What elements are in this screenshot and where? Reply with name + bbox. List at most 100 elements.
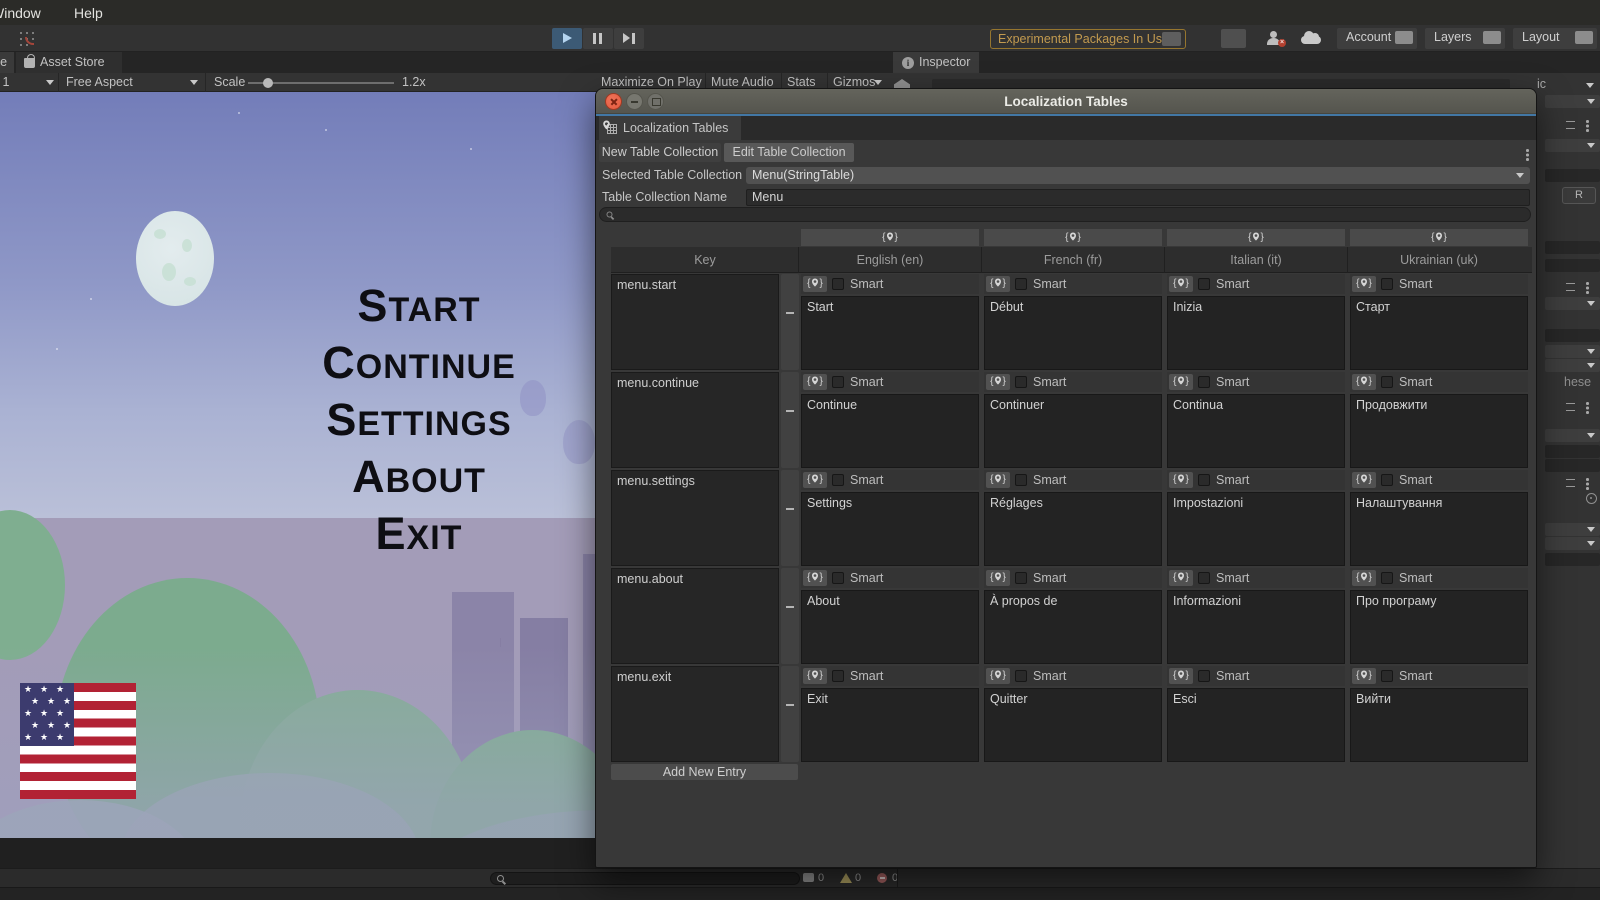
step-button[interactable] [614, 28, 644, 49]
tab-localization-tables[interactable]: Localization Tables [599, 116, 741, 140]
metadata-icon-button[interactable]: {} [1352, 276, 1376, 292]
smart-checkbox[interactable] [1198, 278, 1210, 290]
metadata-icon-button[interactable]: {} [986, 668, 1010, 684]
target-icon[interactable] [1586, 493, 1597, 504]
translation-value-field[interactable]: Налаштування [1350, 492, 1528, 566]
smart-checkbox[interactable] [832, 670, 844, 682]
translation-value-field[interactable]: Quitter [984, 688, 1162, 762]
remove-entry-button[interactable] [781, 372, 799, 468]
window-menu-icon[interactable] [1526, 149, 1529, 152]
inspector-dropdown[interactable] [1545, 345, 1600, 358]
kebab-menu-icon[interactable] [1586, 282, 1589, 285]
inspector-dropdown[interactable] [1545, 429, 1600, 442]
metadata-icon-button[interactable]: {} [986, 570, 1010, 586]
table-search-field[interactable] [599, 207, 1531, 222]
metadata-icon-button[interactable]: {} [1352, 374, 1376, 390]
play-button[interactable] [552, 28, 582, 49]
smart-checkbox[interactable] [1198, 670, 1210, 682]
metadata-icon-button[interactable]: {} [803, 374, 827, 390]
smart-checkbox[interactable] [832, 572, 844, 584]
smart-checkbox[interactable] [1015, 474, 1027, 486]
remove-entry-button[interactable] [781, 666, 799, 762]
translation-value-field[interactable]: À propos de [984, 590, 1162, 664]
preset-and-menu-icons[interactable] [1566, 119, 1596, 131]
metadata-icon-button[interactable]: {} [1169, 472, 1193, 488]
smart-checkbox[interactable] [1015, 572, 1027, 584]
smart-checkbox[interactable] [1015, 670, 1027, 682]
aspect-dropdown[interactable]: Free Aspect [66, 73, 133, 92]
preset-icon[interactable] [1566, 479, 1575, 487]
smart-checkbox[interactable] [1015, 278, 1027, 290]
r-button[interactable]: R [1562, 187, 1596, 204]
account-dropdown[interactable]: Account [1337, 28, 1417, 49]
metadata-icon-button[interactable]: {} [803, 276, 827, 292]
inspector-field[interactable] [1545, 445, 1600, 458]
inspector-dropdown[interactable] [1545, 537, 1600, 550]
remove-entry-button[interactable] [781, 470, 799, 566]
metadata-icon-button[interactable]: {} [986, 472, 1010, 488]
metadata-icon-button[interactable]: {} [1169, 668, 1193, 684]
column-smart-icon[interactable]: {} [1167, 229, 1345, 246]
preset-and-menu-icons[interactable] [1566, 477, 1596, 489]
tab-inspector[interactable]: i Inspector [893, 52, 979, 73]
column-smart-icon[interactable]: {} [801, 229, 979, 246]
translation-value-field[interactable]: Continua [1167, 394, 1345, 468]
metadata-icon-button[interactable]: {} [1169, 374, 1193, 390]
smart-checkbox[interactable] [832, 474, 844, 486]
menu-item-window[interactable]: Window [0, 0, 62, 25]
key-cell[interactable]: menu.continue [611, 372, 779, 468]
key-cell[interactable]: menu.start [611, 274, 779, 370]
smart-checkbox[interactable] [1198, 572, 1210, 584]
metadata-icon-button[interactable]: {} [803, 472, 827, 488]
translation-value-field[interactable]: Exit [801, 688, 979, 762]
pause-button[interactable] [583, 28, 613, 49]
key-cell[interactable]: menu.exit [611, 666, 779, 762]
metadata-icon-button[interactable]: {} [1169, 276, 1193, 292]
translation-value-field[interactable]: Continue [801, 394, 979, 468]
smart-checkbox[interactable] [1198, 474, 1210, 486]
inspector-dropdown[interactable] [1545, 95, 1600, 108]
add-new-entry-button[interactable]: Add New Entry [611, 764, 798, 780]
translation-value-field[interactable]: Старт [1350, 296, 1528, 370]
metadata-icon-button[interactable]: {} [986, 374, 1010, 390]
smart-checkbox[interactable] [1381, 670, 1393, 682]
inspector-field[interactable] [1545, 241, 1600, 254]
inspector-name-field[interactable] [932, 79, 1510, 88]
remove-entry-button[interactable] [781, 274, 799, 370]
smart-checkbox[interactable] [1381, 474, 1393, 486]
translation-value-field[interactable]: Réglages [984, 492, 1162, 566]
remove-entry-button[interactable] [781, 568, 799, 664]
selected-collection-dropdown[interactable]: Menu(StringTable) [746, 167, 1530, 184]
language-column-header[interactable]: Italian (it) [1167, 247, 1345, 273]
inspector-dropdown[interactable] [1545, 359, 1600, 372]
translation-value-field[interactable]: Esci [1167, 688, 1345, 762]
preset-icon[interactable] [1566, 403, 1575, 411]
metadata-icon-button[interactable]: {} [1352, 472, 1376, 488]
window-titlebar[interactable]: Localization Tables [596, 89, 1536, 114]
inspector-dropdown[interactable] [1545, 523, 1600, 536]
translation-value-field[interactable]: Informazioni [1167, 590, 1345, 664]
language-column-header[interactable]: English (en) [801, 247, 979, 273]
metadata-icon-button[interactable]: {} [1352, 668, 1376, 684]
translation-value-field[interactable]: About [801, 590, 979, 664]
preset-and-menu-icons[interactable] [1566, 401, 1596, 413]
minimize-button[interactable] [626, 93, 643, 110]
toolbar-box[interactable] [1221, 29, 1246, 48]
translation-value-field[interactable]: Inizia [1167, 296, 1345, 370]
translation-value-field[interactable]: Вийти [1350, 688, 1528, 762]
translation-value-field[interactable]: Продовжити [1350, 394, 1528, 468]
experimental-packages-badge[interactable]: Experimental Packages In Use [990, 29, 1186, 49]
smart-checkbox[interactable] [1381, 572, 1393, 584]
language-column-header[interactable]: Ukrainian (uk) [1350, 247, 1528, 273]
inspector-field[interactable] [1545, 259, 1600, 272]
key-column-header[interactable]: Key [611, 247, 799, 273]
preset-icon[interactable] [1566, 121, 1575, 129]
layout-dropdown[interactable]: Layout [1513, 28, 1597, 49]
kebab-menu-icon[interactable] [1586, 402, 1589, 405]
status-search-field[interactable] [490, 872, 800, 885]
scale-slider-knob[interactable] [263, 78, 273, 88]
smart-checkbox[interactable] [1198, 376, 1210, 388]
column-smart-icon[interactable]: {} [984, 229, 1162, 246]
tab-game[interactable]: Game [0, 52, 14, 73]
metadata-icon-button[interactable]: {} [803, 668, 827, 684]
